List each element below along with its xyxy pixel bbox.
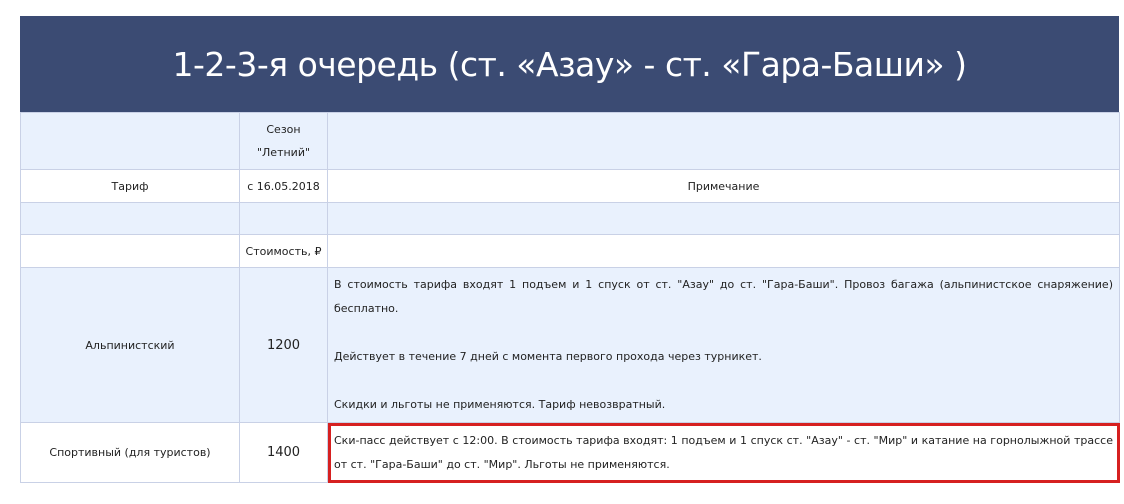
tariff-price: 1400 xyxy=(239,422,328,483)
table-row: Альпинистский 1200 В стоимость тарифа вх… xyxy=(20,267,1120,423)
note-header: Примечание xyxy=(327,169,1120,203)
table-row xyxy=(20,202,1120,235)
tariff-price: 1200 xyxy=(239,267,328,423)
note-text: Действует в течение 7 дней с момента пер… xyxy=(334,350,762,363)
table-row: Сезон "Летний" xyxy=(20,112,1120,170)
tariff-note: В стоимость тарифа входят 1 подъем и 1 с… xyxy=(327,267,1120,423)
empty-cell xyxy=(20,202,240,235)
tariff-table-container: 1-2-3-я очередь (ст. «Азау» - ст. «Гара-… xyxy=(20,16,1120,483)
empty-cell xyxy=(327,234,1120,268)
empty-cell xyxy=(20,112,240,170)
cost-header: Стоимость, ₽ xyxy=(239,234,328,268)
date-header: с 16.05.2018 xyxy=(239,169,328,203)
tariff-header: Тариф xyxy=(20,169,240,203)
empty-cell xyxy=(327,202,1120,235)
empty-cell xyxy=(239,202,328,235)
season-header: Сезон "Летний" xyxy=(239,112,328,170)
tariff-note-highlighted: Ски-пасс действует с 12:00. В стоимость … xyxy=(327,422,1120,483)
season-name: "Летний" xyxy=(256,146,311,159)
season-label: Сезон xyxy=(266,123,301,136)
table-row: Спортивный (для туристов) 1400 Ски-пасс … xyxy=(20,422,1120,483)
tariff-name: Альпинистский xyxy=(20,267,240,423)
table-row: Стоимость, ₽ xyxy=(20,234,1120,268)
empty-cell xyxy=(20,234,240,268)
table-row: Тариф с 16.05.2018 Примечание xyxy=(20,169,1120,203)
empty-cell xyxy=(327,112,1120,170)
note-text: Ски-пасс действует с 12:00. В стоимость … xyxy=(334,433,1113,471)
table-title: 1-2-3-я очередь (ст. «Азау» - ст. «Гара-… xyxy=(172,44,967,84)
note-text: Скидки и льготы не применяются. Тариф не… xyxy=(334,398,666,411)
tariff-name: Спортивный (для туристов) xyxy=(20,422,240,483)
tariff-table: Сезон "Летний" Тариф с 16.05.2018 Примеч… xyxy=(20,112,1120,483)
title-bar: 1-2-3-я очередь (ст. «Азау» - ст. «Гара-… xyxy=(20,16,1119,112)
note-text: В стоимость тарифа входят 1 подъем и 1 с… xyxy=(334,278,1113,315)
